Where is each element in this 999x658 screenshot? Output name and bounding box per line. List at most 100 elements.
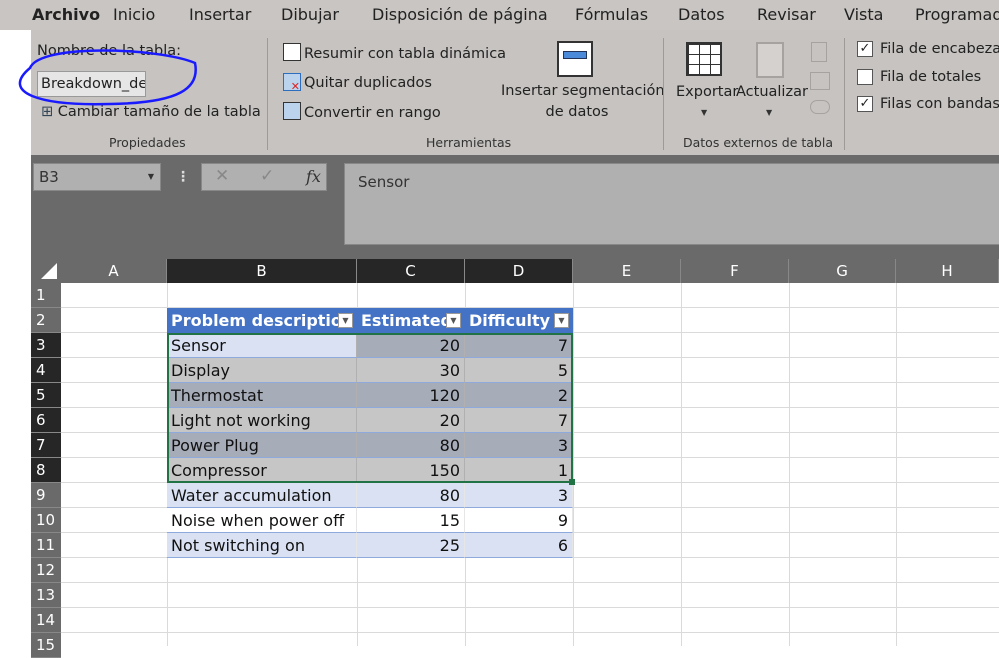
pivot-icon xyxy=(283,43,301,61)
tab-dibujar[interactable]: Dibujar xyxy=(281,5,339,24)
table-cell[interactable]: 150 xyxy=(357,458,465,483)
row-header-11[interactable]: 11 xyxy=(31,533,61,558)
annotation-circle xyxy=(18,49,197,106)
export-dropdown-arrow-icon: ▼ xyxy=(701,108,708,117)
row-header-12[interactable]: 12 xyxy=(31,558,61,583)
table-cell[interactable]: 30 xyxy=(357,358,465,383)
table-header-label: Difficulty xyxy=(469,311,551,330)
more-options-icon[interactable]: ⋮ xyxy=(176,169,190,185)
formula-input[interactable]: Sensor xyxy=(344,163,999,245)
pivot-label: Resumir con tabla dinámica xyxy=(304,46,507,62)
row-header-14[interactable]: 14 xyxy=(31,608,61,633)
table-cell[interactable]: 80 xyxy=(357,433,465,458)
tab-disposicion[interactable]: Disposición de página xyxy=(372,5,548,24)
tab-inicio[interactable]: Inicio xyxy=(113,5,155,24)
divider xyxy=(844,38,845,150)
row-header-5[interactable]: 5 xyxy=(31,383,61,408)
convert-range-button[interactable]: Convertir en rango xyxy=(283,102,441,121)
resize-table-button[interactable]: ⊞ Cambiar tamaño de la tabla xyxy=(41,104,261,120)
insert-slicer-button[interactable]: Insertar segmentación de datos xyxy=(501,38,665,128)
tab-insertar[interactable]: Insertar xyxy=(189,5,251,24)
remove-duplicates-label: Quitar duplicados xyxy=(304,75,432,91)
table-cell[interactable]: Water accumulation xyxy=(167,483,357,508)
export-button[interactable]: Exportar ▼ xyxy=(674,38,739,123)
table-cell[interactable]: 6 xyxy=(465,533,573,558)
tab-revisar[interactable]: Revisar xyxy=(757,5,816,24)
table-cell[interactable]: 9 xyxy=(465,508,573,533)
table-header-cell: Difficulty ▼ xyxy=(465,308,573,333)
export-label: Exportar xyxy=(676,84,739,100)
table-cell[interactable]: Power Plug xyxy=(167,433,357,458)
resize-table-icon: ⊞ xyxy=(41,104,58,120)
divider xyxy=(267,38,268,150)
name-box-value: B3 xyxy=(39,168,59,186)
table-cell[interactable]: 7 xyxy=(465,333,573,358)
column-header-c[interactable]: C xyxy=(357,259,465,283)
table-cell[interactable]: 5 xyxy=(465,358,573,383)
tab-datos[interactable]: Datos xyxy=(678,5,725,24)
header-row-checkbox[interactable]: ✓ xyxy=(857,41,873,57)
cancel-icon[interactable]: ✕ xyxy=(215,166,229,186)
tab-archivo[interactable]: Archivo xyxy=(32,5,100,24)
table-cell[interactable]: 3 xyxy=(465,433,573,458)
name-box[interactable]: B3 ▼ xyxy=(33,163,161,191)
column-header-a[interactable]: A xyxy=(61,259,167,283)
table-cell[interactable]: 15 xyxy=(357,508,465,533)
filter-dropdown-icon[interactable]: ▼ xyxy=(554,313,569,328)
column-header-h[interactable]: H xyxy=(896,259,999,283)
row-header-6[interactable]: 6 xyxy=(31,408,61,433)
remove-duplicates-button[interactable]: ✕ Quitar duplicados xyxy=(283,73,432,93)
table-cell[interactable]: Noise when power off xyxy=(167,508,357,533)
filter-dropdown-icon[interactable]: ▼ xyxy=(338,313,353,328)
slicer-label-1: Insertar segmentación xyxy=(501,83,665,99)
table-cell[interactable]: Light not working xyxy=(167,408,357,433)
row-header-1[interactable]: 1 xyxy=(31,283,61,308)
row-header-3[interactable]: 3 xyxy=(31,333,61,358)
refresh-icon xyxy=(756,42,784,78)
table-cell[interactable]: Sensor xyxy=(167,333,357,358)
banded-rows-checkbox[interactable]: ✓ xyxy=(857,96,873,112)
enter-icon[interactable]: ✓ xyxy=(260,166,274,186)
table-header-cell: Estimated ▼ xyxy=(357,308,465,333)
filter-dropdown-icon[interactable]: ▼ xyxy=(446,313,461,328)
column-header-d[interactable]: D xyxy=(465,259,573,283)
pivot-button[interactable]: Resumir con tabla dinámica xyxy=(283,43,506,62)
column-header-f[interactable]: F xyxy=(681,259,789,283)
table-cell[interactable]: Thermostat xyxy=(167,383,357,408)
column-header-b[interactable]: B xyxy=(167,259,357,283)
table-cell[interactable]: 20 xyxy=(357,333,465,358)
insert-function-icon[interactable]: fx xyxy=(306,167,321,186)
tab-programador[interactable]: Programad xyxy=(915,5,999,24)
fill-handle[interactable] xyxy=(569,479,575,485)
gridline xyxy=(681,283,682,646)
unlink-icon xyxy=(810,100,830,114)
row-header-9[interactable]: 9 xyxy=(31,483,61,508)
totals-row-checkbox[interactable] xyxy=(857,69,873,85)
table-cell[interactable]: 25 xyxy=(357,533,465,558)
row-header-10[interactable]: 10 xyxy=(31,508,61,533)
table-cell[interactable]: 7 xyxy=(465,408,573,433)
table-cell[interactable]: 3 xyxy=(465,483,573,508)
row-header-13[interactable]: 13 xyxy=(31,583,61,608)
refresh-button: Actualizar ▼ xyxy=(736,38,808,123)
formula-buttons: ✕ ✓ fx xyxy=(201,163,327,191)
table-cell[interactable]: Compressor xyxy=(167,458,357,483)
row-header-2[interactable]: 2 xyxy=(31,308,61,333)
row-header-4[interactable]: 4 xyxy=(31,358,61,383)
table-cell[interactable]: Not switching on xyxy=(167,533,357,558)
row-header-8[interactable]: 8 xyxy=(31,458,61,483)
properties-icon xyxy=(811,42,827,62)
select-all-button[interactable] xyxy=(31,259,61,283)
tab-formulas[interactable]: Fórmulas xyxy=(575,5,648,24)
table-cell[interactable]: 2 xyxy=(465,383,573,408)
table-cell[interactable]: 1 xyxy=(465,458,573,483)
convert-range-label: Convertir en rango xyxy=(304,105,441,121)
column-header-e[interactable]: E xyxy=(573,259,681,283)
table-cell[interactable]: 80 xyxy=(357,483,465,508)
table-cell[interactable]: 120 xyxy=(357,383,465,408)
table-cell[interactable]: Display xyxy=(167,358,357,383)
table-cell[interactable]: 20 xyxy=(357,408,465,433)
row-header-7[interactable]: 7 xyxy=(31,433,61,458)
tab-vista[interactable]: Vista xyxy=(844,5,883,24)
column-header-g[interactable]: G xyxy=(789,259,896,283)
